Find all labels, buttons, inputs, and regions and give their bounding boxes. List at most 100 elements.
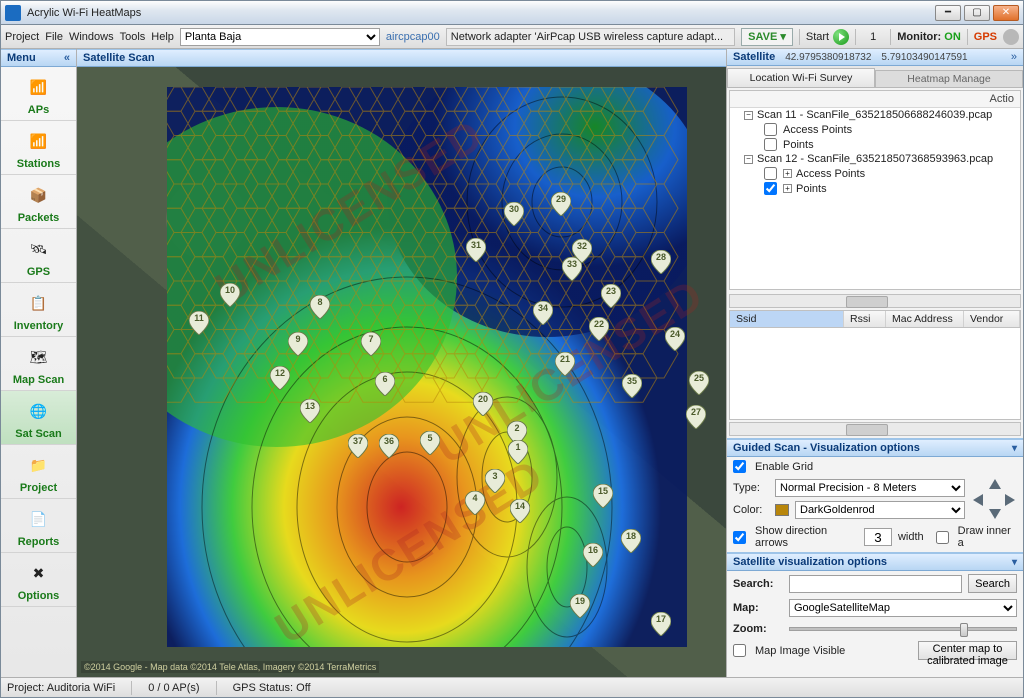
tree-node-ap[interactable]: Access Points [730,122,1020,137]
sidebar-item-inventory[interactable]: 📋Inventory [1,283,76,337]
map-pin-37[interactable]: 37 [348,434,368,458]
grid-color-select[interactable]: DarkGoldenrod [795,501,965,519]
map-pin-36[interactable]: 36 [379,434,399,458]
map-view[interactable]: UNLICENSED UNLICENSED UNLICENSED 1011897… [77,67,726,677]
tree-node-points[interactable]: Points [730,137,1020,152]
search-button[interactable]: Search [968,574,1017,593]
map-pin-16[interactable]: 16 [583,543,603,567]
menu-file[interactable]: File [45,31,63,43]
collapse-icon[interactable]: − [744,111,753,120]
sidebar-item-aps[interactable]: 📶APs [1,67,76,121]
floor-select[interactable]: Planta Baja [180,28,380,46]
settings-icon[interactable] [1003,29,1019,45]
grid-type-select[interactable]: Normal Precision - 8 Meters [775,479,965,497]
zoom-slider[interactable] [789,627,1017,631]
map-pin-18[interactable]: 18 [621,529,641,553]
map-pin-12[interactable]: 12 [270,366,290,390]
start-button[interactable]: Start [806,29,849,45]
scan-tree[interactable]: Actio −Scan 11 - ScanFile_63521850668824… [729,90,1021,290]
map-pin-27[interactable]: 27 [686,405,706,429]
adapter-display[interactable]: Network adapter 'AirPcap USB wireless ca… [446,28,735,46]
map-provider-select[interactable]: GoogleSatelliteMap [789,599,1017,617]
map-pin-10[interactable]: 10 [220,283,240,307]
center-map-button[interactable]: Center map to calibrated image [918,641,1017,660]
map-pin-9[interactable]: 9 [288,332,308,356]
map-pin-14[interactable]: 14 [510,499,530,523]
map-pin-11[interactable]: 11 [189,311,209,335]
scrollbar[interactable] [729,294,1021,308]
sidebar-item-reports[interactable]: 📄Reports [1,499,76,553]
map-pin-1[interactable]: 1 [508,440,528,464]
map-pin-3[interactable]: 3 [485,469,505,493]
map-pin-22[interactable]: 22 [589,317,609,341]
chevron-right-icon[interactable]: » [1011,51,1017,63]
save-button[interactable]: SAVE ▾ [741,28,793,46]
checkbox[interactable] [764,138,777,151]
gps-toggle[interactable]: GPS [974,31,997,43]
interface-label[interactable]: aircpcap00 [386,31,440,43]
map-pin-13[interactable]: 13 [300,399,320,423]
map-pin-7[interactable]: 7 [361,332,381,356]
map-pin-32[interactable]: 32 [572,239,592,263]
tree-node-scan12[interactable]: −Scan 12 - ScanFile_635218507368593963.p… [730,152,1020,166]
arrow-up-icon[interactable] [989,479,1001,489]
map-pin-34[interactable]: 34 [533,301,553,325]
tab-survey[interactable]: Location Wi-Fi Survey [727,68,875,87]
arrow-left-icon[interactable] [973,494,983,506]
map-pin-15[interactable]: 15 [593,484,613,508]
col-vendor[interactable]: Vendor [964,311,1020,327]
map-pin-20[interactable]: 20 [473,392,493,416]
tab-heatmap-manage[interactable]: Heatmap Manage [875,70,1023,87]
map-pin-17[interactable]: 17 [651,612,671,636]
enable-grid-checkbox[interactable] [733,460,746,473]
sidebar-item-project[interactable]: 📁Project [1,445,76,499]
sidebar-item-options[interactable]: ✖Options [1,553,76,607]
tree-node-scan11[interactable]: −Scan 11 - ScanFile_635218506688246039.p… [730,108,1020,122]
map-pin-24[interactable]: 24 [665,327,685,351]
tree-node-points[interactable]: +Points [730,181,1020,196]
draw-inner-checkbox[interactable] [936,531,949,544]
menu-project[interactable]: Project [5,31,39,43]
expand-icon[interactable]: + [783,184,792,193]
collapse-icon[interactable]: ▾ [1012,557,1017,568]
tree-node-ap[interactable]: +Access Points [730,166,1020,181]
col-ssid[interactable]: Ssid [730,311,844,327]
map-pin-21[interactable]: 21 [555,352,575,376]
checkbox[interactable] [764,167,777,180]
checkbox[interactable] [764,123,777,136]
map-pin-5[interactable]: 5 [420,431,440,455]
map-pin-8[interactable]: 8 [310,295,330,319]
map-pin-29[interactable]: 29 [551,192,571,216]
ap-list-body[interactable] [729,328,1021,420]
arrows-width-input[interactable] [864,528,892,546]
arrow-down-icon[interactable] [989,509,1001,519]
collapse-icon[interactable]: ▾ [1012,443,1017,454]
map-pin-23[interactable]: 23 [601,284,621,308]
map-pin-31[interactable]: 31 [466,238,486,262]
sidebar-item-packets[interactable]: 📦Packets [1,175,76,229]
monitor-status[interactable]: Monitor: ON [897,31,961,43]
show-arrows-checkbox[interactable] [733,531,746,544]
map-pin-30[interactable]: 30 [504,202,524,226]
search-input[interactable] [789,575,962,593]
map-pin-25[interactable]: 25 [689,371,709,395]
minimize-button[interactable]: ━ [935,5,961,21]
sidebar-item-stations[interactable]: 📶Stations [1,121,76,175]
scrollbar[interactable] [729,422,1021,436]
col-mac[interactable]: Mac Address [886,311,964,327]
map-pin-4[interactable]: 4 [465,491,485,515]
arrow-right-icon[interactable] [1005,494,1015,506]
slider-thumb[interactable] [960,623,968,637]
close-button[interactable]: ✕ [993,5,1019,21]
map-visible-checkbox[interactable] [733,644,746,657]
col-rssi[interactable]: Rssi [844,311,886,327]
map-pin-35[interactable]: 35 [622,374,642,398]
collapse-icon[interactable]: − [744,155,753,164]
sidebar-item-map-scan[interactable]: 🗺Map Scan [1,337,76,391]
map-pin-28[interactable]: 28 [651,250,671,274]
sidebar-item-gps[interactable]: 🛰GPS [1,229,76,283]
menu-windows[interactable]: Windows [69,31,114,43]
checkbox[interactable] [764,182,777,195]
menu-help[interactable]: Help [151,31,174,43]
chevron-left-icon[interactable]: « [64,52,70,64]
